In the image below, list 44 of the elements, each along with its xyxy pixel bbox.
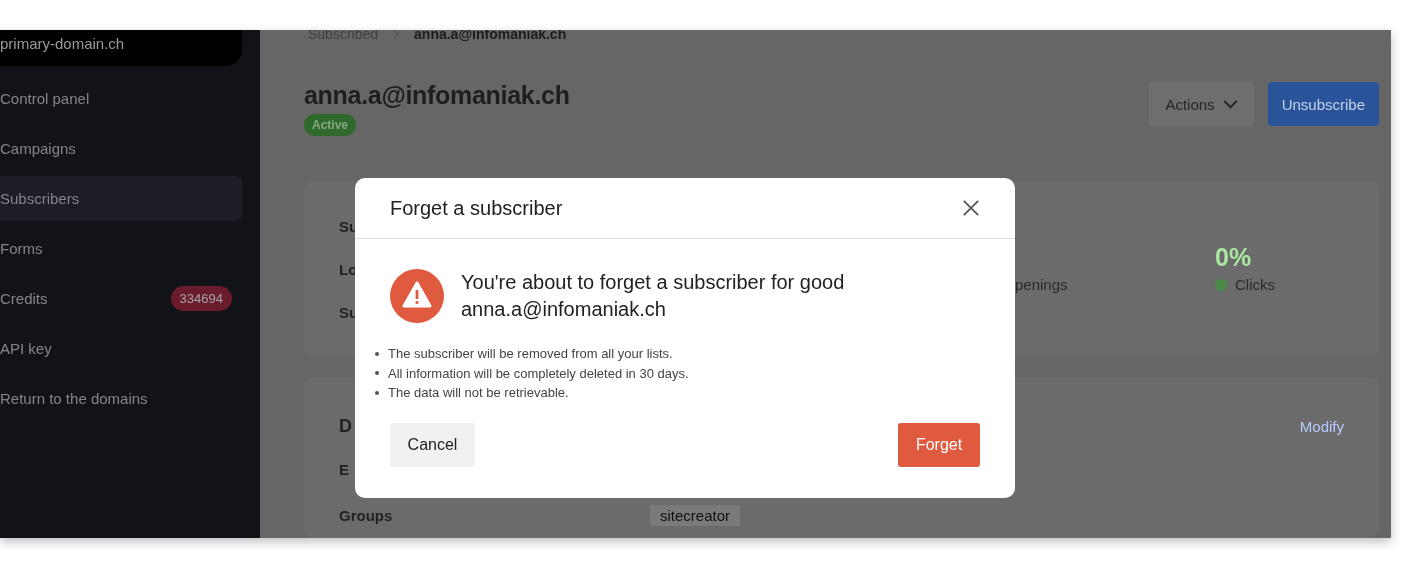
- nav-item[interactable]: Credits 334694: [0, 276, 242, 321]
- nav-item[interactable]: Control panel: [0, 76, 242, 121]
- chevron-icon: [392, 30, 401, 40]
- bullet-icon: [375, 371, 379, 376]
- forget-button[interactable]: Forget: [898, 422, 980, 467]
- section-title: D: [339, 415, 352, 437]
- stat-label: penings: [1015, 276, 1068, 294]
- warning-message: You're about to forget a subscriber for good: [461, 270, 845, 295]
- unsubscribe-button[interactable]: Unsubscribe: [1267, 82, 1379, 127]
- group-tag: sitecreator: [650, 504, 741, 526]
- bullet-icon: [375, 351, 379, 356]
- caret-icon: [1222, 99, 1238, 109]
- close-icon[interactable]: [962, 199, 980, 217]
- modify-link[interactable]: Modify: [1299, 417, 1344, 435]
- actions-button[interactable]: Actions: [1149, 82, 1254, 127]
- cancel-button[interactable]: Cancel: [390, 422, 475, 467]
- status-badge: Active: [304, 114, 357, 137]
- nav-label: Control panel: [0, 90, 90, 107]
- bullet-item: The data will not be retrievable.: [388, 384, 569, 402]
- count-badge: 334694: [170, 286, 232, 311]
- modal-title: Forget a subscriber: [390, 196, 563, 220]
- bullet-icon: [375, 390, 379, 395]
- field-label: Groups: [339, 506, 394, 524]
- nav-item[interactable]: API key: [0, 326, 242, 371]
- domain-selector[interactable]: primary-domain.ch: [0, 30, 242, 66]
- stat-label: Clicks: [1235, 276, 1275, 294]
- subscriber-title: anna.a@infomaniak.ch: [304, 81, 570, 111]
- nav-item[interactable]: Forms: [0, 226, 242, 271]
- subscriber-email: anna.a@infomaniak.ch: [461, 297, 667, 322]
- nav-label: Return to the domains: [0, 390, 148, 407]
- nav-label: Campaigns: [0, 140, 76, 157]
- nav-label: Forms: [0, 240, 43, 257]
- nav-label: Credits: [0, 290, 48, 307]
- warning-icon: [390, 269, 444, 323]
- nav-item[interactable]: Subscribers: [0, 176, 242, 221]
- nav-item[interactable]: Campaigns: [0, 126, 242, 171]
- status-dot-icon: [1215, 278, 1227, 291]
- nav-label: API key: [0, 340, 52, 357]
- field-label: E: [339, 460, 350, 478]
- nav-label: Subscribers: [0, 190, 80, 207]
- bullet-item: The subscriber will be removed from all your lists.: [388, 345, 673, 363]
- bullet-item: All information will be completely deleted in 30 days.: [388, 364, 689, 383]
- stat-value: 0%: [1215, 243, 1253, 274]
- nav-item[interactable]: Return to the domains: [0, 376, 242, 421]
